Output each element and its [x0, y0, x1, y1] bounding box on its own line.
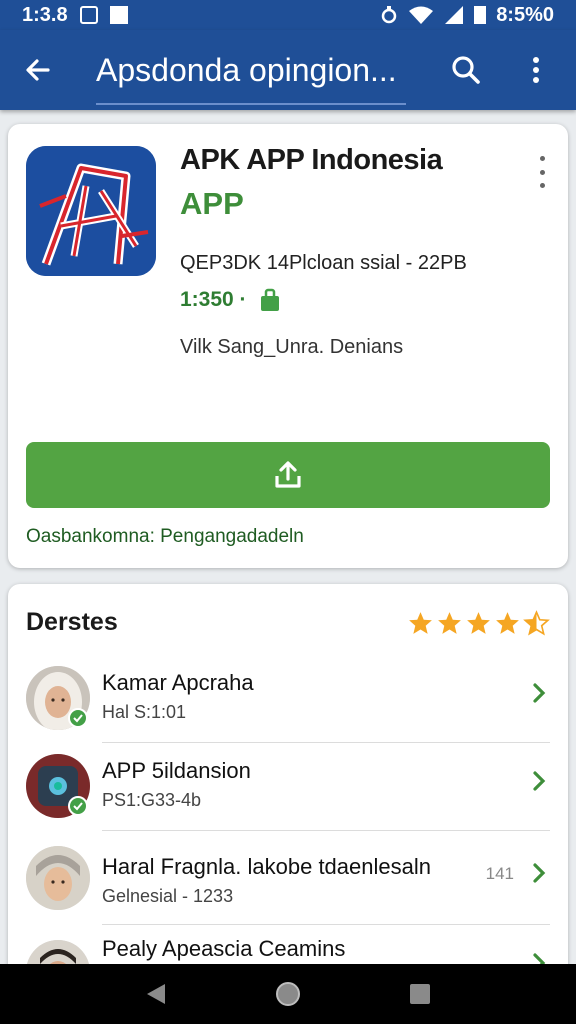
signal-icon	[445, 6, 464, 24]
rating-stars	[407, 610, 550, 636]
nav-recents-button[interactable]	[395, 969, 445, 1019]
verified-check-icon	[68, 708, 88, 728]
battery-icon	[474, 6, 487, 24]
back-arrow-icon	[26, 59, 50, 81]
list-item-name: Pealy Apeascia Ceamins	[102, 936, 346, 961]
install-note: Oasbankomna: Pengangadadeln	[26, 526, 304, 547]
chevron-right-icon	[524, 766, 554, 796]
list-item-sub: Hal S:1:01	[102, 702, 187, 722]
star-icon	[467, 612, 490, 634]
app-card-menu-button[interactable]	[530, 154, 554, 190]
list-item-count: 141	[485, 864, 514, 883]
star-icon	[438, 612, 461, 634]
list-item[interactable]: Kamar Apcraha Hal S:1:01	[8, 654, 568, 740]
back-button[interactable]	[16, 48, 60, 92]
wifi-icon	[409, 6, 434, 24]
store-bag-icon	[260, 288, 279, 311]
nav-recents-icon	[410, 984, 430, 1004]
list-item-name: Kamar Apcraha	[102, 670, 254, 695]
list-item-name: Haral Fragnla. lakobe tdaenlesaln	[102, 854, 431, 879]
app-meta: QEP3DK 14Plcloan ssial - 22PB	[180, 252, 467, 274]
overflow-menu-button[interactable]	[516, 50, 556, 90]
list-item-sub: Gelnesial - 1233	[102, 886, 234, 906]
avatar	[26, 846, 90, 910]
nav-home-icon	[276, 982, 300, 1006]
app-developer: Vilk Sang_Unra. Denians	[180, 336, 404, 358]
app-price-row: 1:350 ·	[180, 288, 281, 312]
search-icon	[452, 56, 480, 84]
list-item[interactable]: Haral Fragnla. lakobe tdaenlesaln Gelnes…	[8, 834, 568, 920]
details-list-card: Derstes Kamar Apcraha Hal S:1:01 APP 5il…	[8, 584, 568, 984]
nav-home-button[interactable]	[263, 969, 313, 1019]
app-price: 1:350 ·	[180, 288, 247, 311]
notification-square-icon	[109, 6, 128, 24]
divider	[102, 830, 550, 831]
install-upload-icon	[275, 461, 301, 488]
app-logo-icon	[26, 146, 156, 276]
half-star-icon	[523, 610, 550, 636]
app-details-card: APK APP Indonesia APP QEP3DK 14Plcloan s…	[8, 124, 568, 568]
star-icon	[409, 612, 432, 634]
battery-text: 8:5%0	[496, 3, 554, 26]
list-item[interactable]: APP 5ildansion PS1:G33-4b	[8, 742, 568, 828]
search-query-field[interactable]: Apsdonda opingion...	[96, 33, 406, 107]
divider	[102, 924, 550, 925]
list-item-name: APP 5ildansion	[102, 758, 251, 783]
chevron-right-icon	[524, 858, 554, 888]
status-bar: 1:3.8 8:5%0	[0, 0, 576, 30]
status-time: 1:3.8	[22, 3, 68, 26]
app-bar-title: Apsdonda opingion...	[96, 51, 397, 88]
system-nav-bar	[0, 964, 576, 1024]
star-icon	[496, 612, 519, 634]
app-title: APK APP Indonesia	[180, 144, 443, 176]
verified-check-icon	[68, 796, 88, 816]
install-button[interactable]	[26, 442, 550, 508]
list-title: Derstes	[26, 608, 118, 636]
app-bar: Apsdonda opingion...	[0, 30, 576, 110]
alarm-icon	[381, 6, 397, 24]
kebab-menu-icon	[533, 57, 539, 83]
chevron-right-icon	[524, 678, 554, 708]
nav-back-icon	[147, 984, 165, 1004]
list-item-sub: PS1:G33-4b	[102, 790, 202, 810]
notification-icon	[79, 6, 98, 24]
search-button[interactable]	[446, 50, 486, 90]
app-subtitle: APP	[180, 186, 244, 221]
nav-back-button[interactable]	[131, 969, 181, 1019]
